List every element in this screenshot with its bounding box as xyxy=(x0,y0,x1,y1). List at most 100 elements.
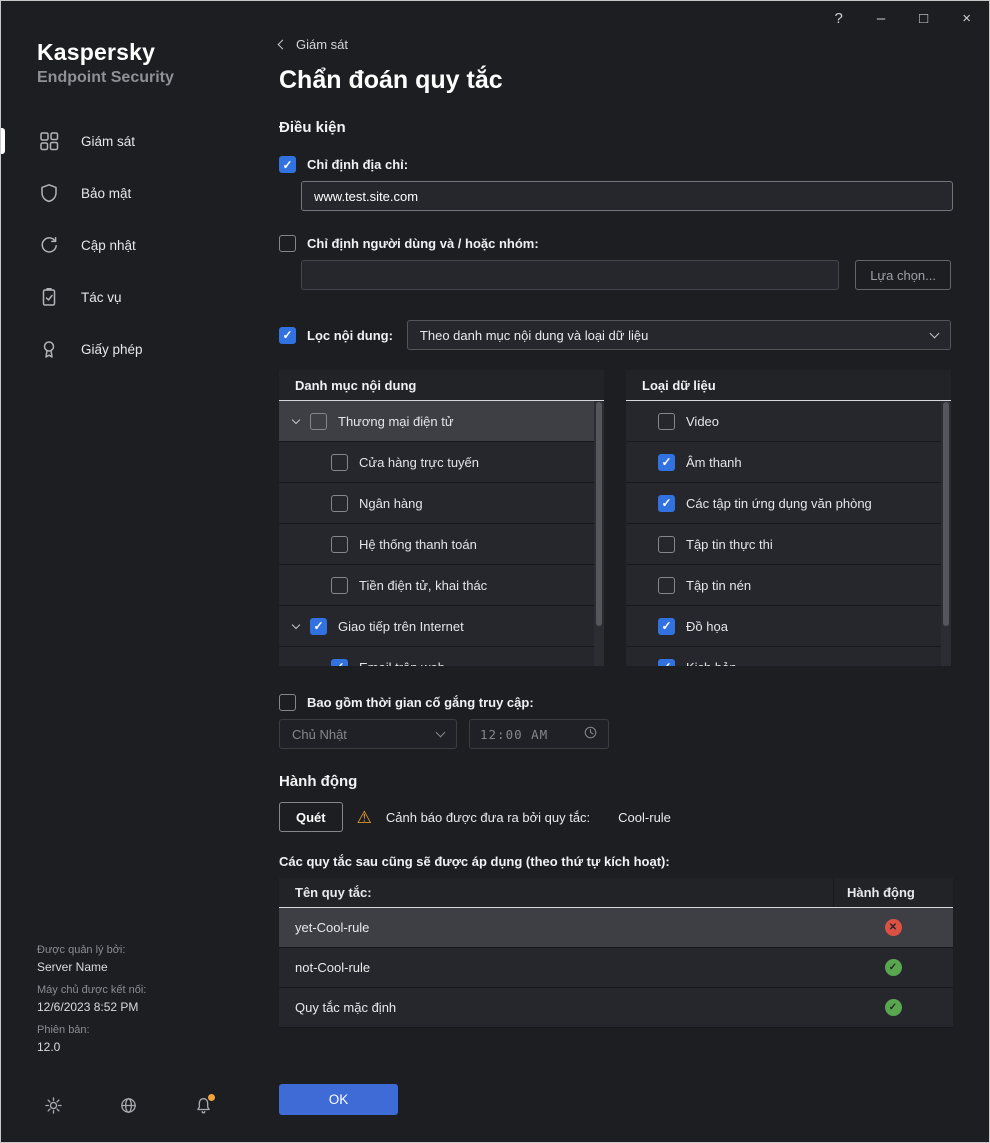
main-content: Giám sát Chẩn đoán quy tắc Điều kiện Chỉ… xyxy=(261,1,989,1142)
brand-product: Endpoint Security xyxy=(37,69,174,86)
category-row[interactable]: Tiền điện tử, khai thác xyxy=(279,565,604,606)
category-row[interactable]: Thương mại điện tử xyxy=(279,401,604,442)
users-checkbox[interactable] xyxy=(279,235,296,252)
datatype-checkbox[interactable] xyxy=(658,658,675,666)
users-label: Chỉ định người dùng và / hoặc nhóm: xyxy=(307,236,539,251)
day-select[interactable]: Chủ Nhật xyxy=(279,719,457,749)
categories-scrollbar[interactable] xyxy=(594,401,604,666)
scan-button[interactable]: Quét xyxy=(279,802,343,832)
datatype-checkbox[interactable] xyxy=(658,576,675,594)
notifications-button[interactable] xyxy=(193,1094,215,1116)
datatype-label: Đồ họa xyxy=(686,618,728,634)
content-filter-checkbox[interactable] xyxy=(279,326,296,344)
datatype-label: Video xyxy=(686,413,720,429)
datatype-row[interactable]: Các tập tin ứng dụng văn phòng xyxy=(626,483,951,524)
category-checkbox[interactable] xyxy=(331,576,348,594)
datatypes-header: Loại dữ liệu xyxy=(626,370,951,401)
minimize-button[interactable]: – xyxy=(877,11,885,26)
datatype-row[interactable]: Kịch bản xyxy=(626,647,951,666)
category-checkbox[interactable] xyxy=(310,412,327,430)
maximize-button[interactable]: □ xyxy=(919,11,928,26)
sidebar-item-tasks[interactable]: Tác vụ xyxy=(1,271,261,323)
back-link[interactable]: Giám sát xyxy=(277,37,348,52)
sidebar-item-monitoring[interactable]: Giám sát xyxy=(1,115,261,167)
app-window: ? – □ × Kaspersky Endpoint Security Giám… xyxy=(0,0,990,1143)
content-filter-select[interactable]: Theo danh mục nội dung và loại dữ liệu xyxy=(406,320,951,350)
datatype-checkbox[interactable] xyxy=(658,494,675,512)
version-value: 12.0 xyxy=(37,1040,61,1054)
sidebar: Kaspersky Endpoint Security Giám sát Bảo… xyxy=(1,1,261,1142)
column-rule-name: Tên quy tắc: xyxy=(295,885,372,900)
datatype-checkbox[interactable] xyxy=(658,617,675,635)
select-users-button[interactable]: Lựa chọn... xyxy=(855,260,951,290)
datatype-row[interactable]: Âm thanh xyxy=(626,442,951,483)
users-input[interactable] xyxy=(301,260,840,290)
time-input[interactable]: 12:00 AM xyxy=(469,719,609,749)
license-icon xyxy=(39,339,59,359)
sidebar-item-label: Bảo mật xyxy=(81,185,132,201)
column-action: Hành động xyxy=(833,878,953,907)
category-checkbox[interactable] xyxy=(331,494,348,512)
time-filter-label: Bao gồm thời gian cố gắng truy cập: xyxy=(307,695,534,710)
sidebar-item-security[interactable]: Bảo mật xyxy=(1,167,261,219)
category-label: Ngân hàng xyxy=(359,495,423,511)
chevron-down-icon xyxy=(929,328,940,339)
rules-caption: Các quy tắc sau cũng sẽ được áp dụng (th… xyxy=(279,854,670,869)
expand-icon[interactable] xyxy=(291,415,301,424)
sidebar-item-label: Giám sát xyxy=(81,133,136,149)
ok-button[interactable]: OK xyxy=(279,1084,398,1115)
help-button[interactable]: ? xyxy=(834,11,842,26)
sidebar-item-license[interactable]: Giấy phép xyxy=(1,323,261,375)
settings-button[interactable] xyxy=(43,1096,63,1116)
category-checkbox[interactable] xyxy=(331,658,348,666)
time-condition-row: Bao gồm thời gian cố gắng truy cập: xyxy=(279,694,951,711)
datatype-checkbox[interactable] xyxy=(658,412,675,430)
content-filter-row: Lọc nội dung: Theo danh mục nội dung và … xyxy=(279,320,951,350)
datatypes-list: Video Âm thanh Các tập tin ứng dụng văn … xyxy=(626,401,951,666)
close-button[interactable]: × xyxy=(962,11,971,26)
scrollbar-thumb[interactable] xyxy=(596,402,602,626)
rule-row[interactable]: yet-Cool-rule xyxy=(279,908,953,948)
category-row[interactable]: Ngân hàng xyxy=(279,483,604,524)
address-checkbox[interactable] xyxy=(279,156,296,173)
datatype-label: Tập tin nén xyxy=(686,577,752,593)
category-checkbox[interactable] xyxy=(310,617,327,635)
datatype-checkbox[interactable] xyxy=(658,453,675,471)
datatypes-panel: Loại dữ liệu Video Âm thanh Các tập tin … xyxy=(626,370,951,666)
network-button[interactable] xyxy=(118,1096,138,1116)
time-controls-row: Chủ Nhật 12:00 AM xyxy=(279,719,951,749)
datatype-row[interactable]: Đồ họa xyxy=(626,606,951,647)
address-input[interactable] xyxy=(301,181,953,211)
category-row[interactable]: Giao tiếp trên Internet xyxy=(279,606,604,647)
chevron-down-icon xyxy=(435,727,446,738)
datatype-row[interactable]: Tập tin thực thi xyxy=(626,524,951,565)
rule-row[interactable]: not-Cool-rule xyxy=(279,948,953,988)
datatypes-scrollbar[interactable] xyxy=(941,401,951,666)
shield-icon xyxy=(39,183,59,203)
address-condition-row: Chỉ định địa chỉ: xyxy=(279,156,951,173)
scrollbar-thumb[interactable] xyxy=(943,402,949,626)
category-checkbox[interactable] xyxy=(331,535,348,553)
sidebar-item-update[interactable]: Cập nhật xyxy=(1,219,261,271)
warning-rule-name: Cool-rule xyxy=(618,809,671,825)
datatype-checkbox[interactable] xyxy=(658,535,675,553)
expand-icon[interactable] xyxy=(291,620,301,629)
datatype-row[interactable]: Tập tin nén xyxy=(626,565,951,606)
datatype-label: Kịch bản xyxy=(686,660,737,667)
category-label: Tiền điện tử, khai thác xyxy=(359,577,488,593)
datatype-label: Các tập tin ứng dụng văn phòng xyxy=(686,495,872,511)
managed-by-value: Server Name xyxy=(37,960,108,974)
category-row[interactable]: Hệ thống thanh toán xyxy=(279,524,604,565)
category-checkbox[interactable] xyxy=(331,453,348,471)
connected-server-value: 12/6/2023 8:52 PM xyxy=(37,1000,139,1014)
rule-name: yet-Cool-rule xyxy=(295,920,370,935)
brand: Kaspersky Endpoint Security xyxy=(1,1,261,87)
datatype-row[interactable]: Video xyxy=(626,401,951,442)
time-filter-checkbox[interactable] xyxy=(279,694,296,711)
category-row[interactable]: Cửa hàng trực tuyến xyxy=(279,442,604,483)
warning-icon xyxy=(357,809,372,826)
category-row[interactable]: Email trên web xyxy=(279,647,604,666)
sidebar-bottom-icons xyxy=(43,1094,215,1116)
rule-row[interactable]: Quy tắc mặc định xyxy=(279,988,953,1028)
users-condition-row: Chỉ định người dùng và / hoặc nhóm: xyxy=(279,235,951,252)
